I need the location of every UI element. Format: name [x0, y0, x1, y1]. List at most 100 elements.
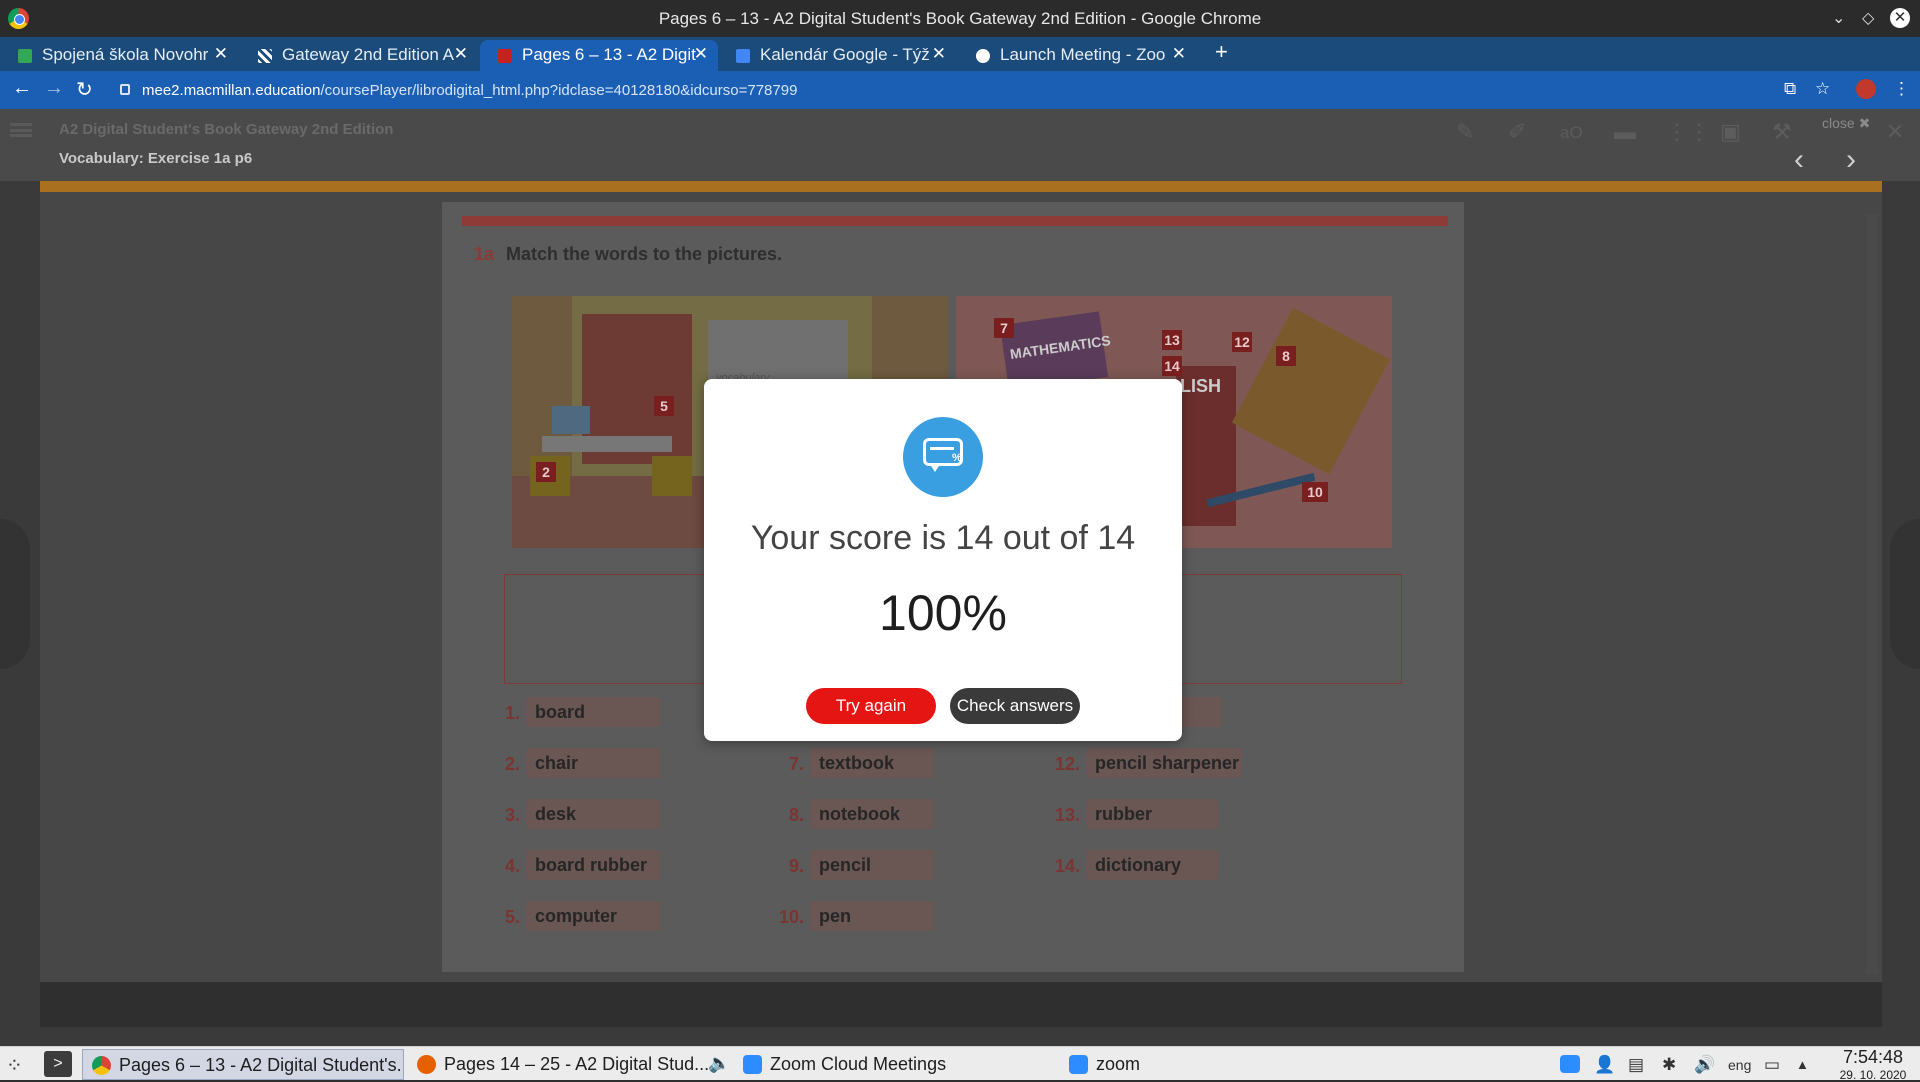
tab-close-icon[interactable]: ✕ — [454, 44, 468, 64]
app-launcher-icon[interactable]: ⁘ — [6, 1053, 23, 1078]
tab-kalendar[interactable]: Kalendár Google - Týž ✕ — [718, 40, 956, 71]
word-number: 8. — [788, 805, 804, 825]
tab-close-icon[interactable]: ✕ — [1172, 44, 1186, 64]
window-title: Pages 6 – 13 - A2 Digital Student's Book… — [658, 9, 1262, 28]
task-pages-14-25[interactable]: Pages 14 – 25 - A2 Digital Stud... 🔈 — [408, 1049, 730, 1080]
highlighter-icon[interactable]: ✎ — [1456, 119, 1474, 145]
close-label: close — [1822, 115, 1855, 131]
next-page-button[interactable] — [1890, 519, 1920, 669]
word-chip[interactable]: chair — [526, 748, 660, 778]
word-chip[interactable]: dictionary — [1086, 850, 1218, 880]
tab-close-icon[interactable]: ✕ — [214, 44, 228, 64]
terminal-icon[interactable]: > — [44, 1051, 72, 1077]
word-chip[interactable]: pencil sharpener — [1086, 748, 1242, 778]
check-answers-button[interactable]: Check answers — [950, 688, 1080, 724]
tab-label: Spojená škola Novohr — [42, 45, 209, 64]
header-accent-strip — [40, 181, 1882, 192]
more-menu-icon[interactable]: ⋮ — [1893, 79, 1910, 99]
picture-label: 12 — [1232, 332, 1252, 352]
word-chip[interactable]: pen — [810, 901, 934, 931]
text-size-icon[interactable]: aO — [1560, 123, 1583, 143]
word-chip[interactable]: textbook — [810, 748, 934, 778]
tab-gateway[interactable]: Gateway 2nd Edition A ✕ — [240, 40, 478, 71]
url-host: mee2.macmillan.education — [142, 82, 321, 99]
score-text: Your score is 14 out of 14 — [750, 519, 1136, 557]
forward-icon[interactable]: → — [44, 77, 64, 100]
tab-pages-6-13[interactable]: Pages 6 – 13 - A2 Digit ✕ — [480, 40, 718, 71]
close-player-icon[interactable]: ✕ — [1886, 119, 1904, 145]
tab-close-icon[interactable]: ✕ — [932, 44, 946, 64]
reload-icon[interactable]: ↻ — [76, 77, 93, 102]
next-arrow-icon[interactable]: › — [1846, 143, 1856, 177]
wrench-icon[interactable]: ⚒ — [1772, 119, 1792, 145]
close-exercise-button[interactable]: close ✖ — [1822, 115, 1870, 132]
score-dialog: % Your score is 14 out of 14 100% Try ag… — [704, 379, 1182, 741]
close-window-icon[interactable]: ✕ — [1890, 8, 1910, 28]
word-chip[interactable]: rubber — [1086, 799, 1218, 829]
word-chip[interactable]: desk — [526, 799, 660, 829]
computer-left — [552, 406, 590, 434]
lock-tool-icon[interactable]: ▣ — [1720, 119, 1741, 145]
vertical-scrollbar[interactable] — [1866, 214, 1878, 974]
picture-label: 10 — [1302, 482, 1328, 502]
menu-icon[interactable] — [10, 123, 32, 137]
task-label: Pages 14 – 25 - A2 Digital Stud... — [444, 1054, 710, 1074]
exercise-header-bar — [462, 216, 1448, 226]
url-path: /coursePlayer/librodigital_html.php?idcl… — [320, 82, 798, 99]
chrome-icon — [92, 1056, 111, 1075]
word-chip[interactable]: pencil — [810, 850, 934, 880]
player-header: A2 Digital Student's Book Gateway 2nd Ed… — [0, 109, 1920, 181]
url-field[interactable]: mee2.macmillan.education/coursePlayer/li… — [110, 76, 1800, 104]
word-number: 13. — [1054, 805, 1080, 825]
back-icon[interactable]: ← — [12, 77, 32, 100]
picture-label: 13 — [1162, 330, 1182, 350]
bookmark-star-icon[interactable]: ☆ — [1815, 79, 1830, 99]
user-tray-icon[interactable]: 👤 — [1594, 1055, 1615, 1075]
desk-left — [542, 436, 672, 452]
translate-icon[interactable]: ⧉ — [1784, 79, 1796, 99]
tab-close-icon[interactable]: ✕ — [694, 44, 708, 64]
bluetooth-icon[interactable]: ✱ — [1662, 1055, 1676, 1075]
word-number: 4. — [504, 856, 520, 876]
maximize-icon[interactable]: ◇ — [1862, 8, 1874, 28]
volume-icon[interactable]: 🔊 — [1694, 1055, 1715, 1075]
word-chip[interactable]: board rubber — [526, 850, 660, 880]
clock-time: 7:54:48 — [1842, 1047, 1904, 1067]
clock[interactable]: 7:54:48 29. 10. 2020 — [1830, 1047, 1916, 1082]
profile-avatar[interactable] — [1856, 79, 1876, 99]
task-zoom-cloud[interactable]: Zoom Cloud Meetings — [734, 1049, 1056, 1080]
grid-icon[interactable]: ⋮⋮ — [1666, 119, 1710, 145]
os-taskbar: ⁘ > Pages 6 – 13 - A2 Digital Student's.… — [0, 1046, 1920, 1082]
previous-page-button[interactable] — [0, 519, 30, 669]
new-tab-button[interactable]: + — [1215, 39, 1228, 65]
chair-right — [652, 456, 692, 496]
macmillan-icon — [498, 49, 512, 63]
gateway-icon — [258, 49, 272, 63]
task-zoom[interactable]: zoom — [1060, 1049, 1382, 1080]
exercise-number: 1a — [474, 244, 495, 264]
zoom-tray-icon[interactable] — [1560, 1055, 1580, 1073]
task-pages-6-13[interactable]: Pages 6 – 13 - A2 Digital Student's... — [82, 1049, 404, 1080]
word-chip[interactable]: computer — [526, 901, 660, 931]
minimize-icon[interactable]: ⌄ — [1832, 8, 1845, 28]
tray-expand-icon[interactable]: ▲ — [1796, 1057, 1809, 1072]
tab-spojena-skola[interactable]: Spojená škola Novohr ✕ — [0, 40, 238, 71]
player-footer — [40, 982, 1882, 1027]
firefox-icon — [417, 1055, 436, 1074]
word-chip[interactable]: notebook — [810, 799, 934, 829]
folder-icon[interactable]: ▬ — [1614, 119, 1636, 145]
clipboard-icon[interactable]: ▤ — [1628, 1055, 1644, 1075]
zoom-icon — [743, 1055, 762, 1074]
sheets-icon — [18, 49, 32, 63]
task-label: zoom — [1096, 1054, 1141, 1074]
exercise-title: Vocabulary: Exercise 1a p6 — [59, 150, 253, 167]
previous-arrow-icon[interactable]: ‹ — [1794, 143, 1804, 177]
keyboard-layout[interactable]: eng — [1728, 1057, 1751, 1073]
zoom-icon — [1069, 1055, 1088, 1074]
word-chip[interactable]: board — [526, 697, 660, 727]
network-icon[interactable]: ▭ — [1764, 1055, 1780, 1075]
tab-launch-meeting[interactable]: Launch Meeting - Zoo ✕ — [958, 40, 1196, 71]
try-again-button[interactable]: Try again — [806, 688, 936, 724]
pencil-icon[interactable]: ✐ — [1508, 119, 1526, 145]
tab-strip: Spojená škola Novohr ✕ Gateway 2nd Editi… — [0, 37, 1920, 71]
